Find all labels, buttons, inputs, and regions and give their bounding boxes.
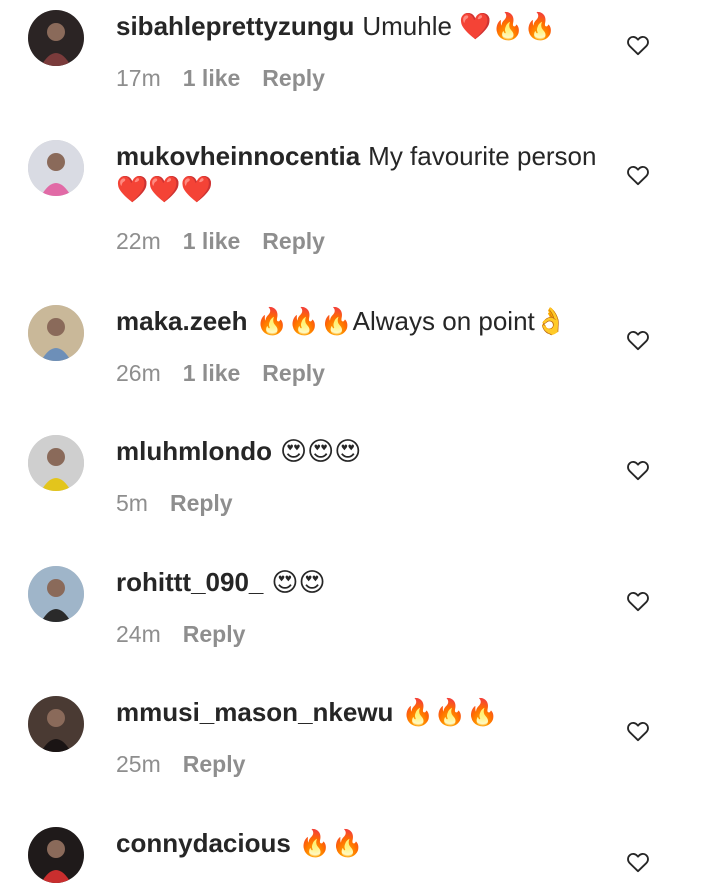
comment-meta: 22m 1 like Reply [116, 226, 611, 256]
comment-line: sibahleprettyzungu Umuhle ❤️🔥🔥 [116, 10, 611, 43]
comment-text: 😍😍 [271, 567, 326, 597]
comment-timestamp: 26m [116, 360, 161, 386]
reply-button[interactable]: Reply [183, 751, 246, 777]
avatar[interactable] [28, 696, 84, 752]
comment-meta: 5m Reply [116, 488, 611, 518]
avatar[interactable] [28, 305, 84, 361]
comment-meta: 17m 1 like Reply [116, 63, 611, 93]
comment-body: rohittt_090_ 😍😍 24m Reply [116, 566, 611, 649]
comment-body: mukovheinnocentia My favourite person ❤️❤… [116, 140, 611, 256]
heart-outline-icon[interactable] [625, 457, 651, 483]
comment-line: mmusi_mason_nkewu 🔥🔥🔥 [116, 696, 611, 729]
comment-username[interactable]: mmusi_mason_nkewu [116, 697, 393, 727]
comment-body: maka.zeeh 🔥🔥🔥Always on point👌 26m 1 like Rep… [116, 305, 611, 388]
avatar-person-face-icon [28, 696, 84, 752]
comment-username[interactable]: mluhmlondo [116, 436, 272, 466]
heart-outline-icon[interactable] [625, 162, 651, 188]
comment-meta: 25m Reply [116, 749, 611, 779]
heart-outline-icon[interactable] [625, 32, 651, 58]
comment-username[interactable]: connydacious [116, 828, 291, 858]
comment-username[interactable]: mukovheinnocentia [116, 141, 360, 171]
comment-line: connydacious 🔥🔥 [116, 827, 611, 860]
comment-username[interactable]: rohittt_090_ [116, 567, 263, 597]
comment-username[interactable]: maka.zeeh [116, 306, 248, 336]
comment-body: sibahleprettyzungu Umuhle ❤️🔥🔥 17m 1 like Re… [116, 10, 611, 93]
avatar[interactable] [28, 140, 84, 196]
comment-text: 🔥🔥🔥Always on point👌 [255, 306, 568, 336]
comment-likes-count[interactable]: 1 like [183, 228, 241, 254]
avatar-person-glasses-icon [28, 10, 84, 66]
comment-meta: 24m Reply [116, 619, 611, 649]
avatar[interactable] [28, 566, 84, 622]
comment-body: connydacious 🔥🔥 [116, 827, 611, 860]
avatar[interactable] [28, 435, 84, 491]
comment-line: mluhmlondo 😍😍😍 [116, 435, 611, 468]
comment-timestamp: 22m [116, 228, 161, 254]
comment-text: 🔥🔥 [298, 828, 364, 858]
avatar-person-pink-icon [28, 140, 84, 196]
comment-body: mmusi_mason_nkewu 🔥🔥🔥 25m Reply [116, 696, 611, 779]
heart-outline-icon[interactable] [625, 588, 651, 614]
comment-meta: 26m 1 like Reply [116, 358, 611, 388]
comment-username[interactable]: sibahleprettyzungu [116, 11, 354, 41]
comment-text: 🔥🔥🔥 [401, 697, 499, 727]
comment-text: 😍😍😍 [279, 436, 362, 466]
reply-button[interactable]: Reply [262, 65, 325, 91]
avatar-person-yellow-icon [28, 435, 84, 491]
reply-button[interactable]: Reply [262, 360, 325, 386]
comment-line: mukovheinnocentia My favourite person ❤️❤… [116, 140, 611, 206]
reply-button[interactable]: Reply [170, 490, 233, 516]
comment-text: Umuhle ❤️🔥🔥 [362, 11, 557, 41]
avatar[interactable] [28, 827, 84, 883]
reply-button[interactable]: Reply [262, 228, 325, 254]
comment-likes-count[interactable]: 1 like [183, 360, 241, 386]
comment-line: rohittt_090_ 😍😍 [116, 566, 611, 599]
comment-body: mluhmlondo 😍😍😍 5m Reply [116, 435, 611, 518]
avatar-person-red-icon [28, 827, 84, 883]
comment-timestamp: 5m [116, 490, 148, 516]
heart-outline-icon[interactable] [625, 849, 651, 875]
reply-button[interactable]: Reply [183, 621, 246, 647]
avatar-person-sky-icon [28, 566, 84, 622]
comment-likes-count[interactable]: 1 like [183, 65, 241, 91]
avatar-person-outdoor-icon [28, 305, 84, 361]
comment-timestamp: 24m [116, 621, 161, 647]
comment-timestamp: 25m [116, 751, 161, 777]
comment-timestamp: 17m [116, 65, 161, 91]
avatar[interactable] [28, 10, 84, 66]
heart-outline-icon[interactable] [625, 718, 651, 744]
comment-line: maka.zeeh 🔥🔥🔥Always on point👌 [116, 305, 611, 338]
heart-outline-icon[interactable] [625, 327, 651, 353]
